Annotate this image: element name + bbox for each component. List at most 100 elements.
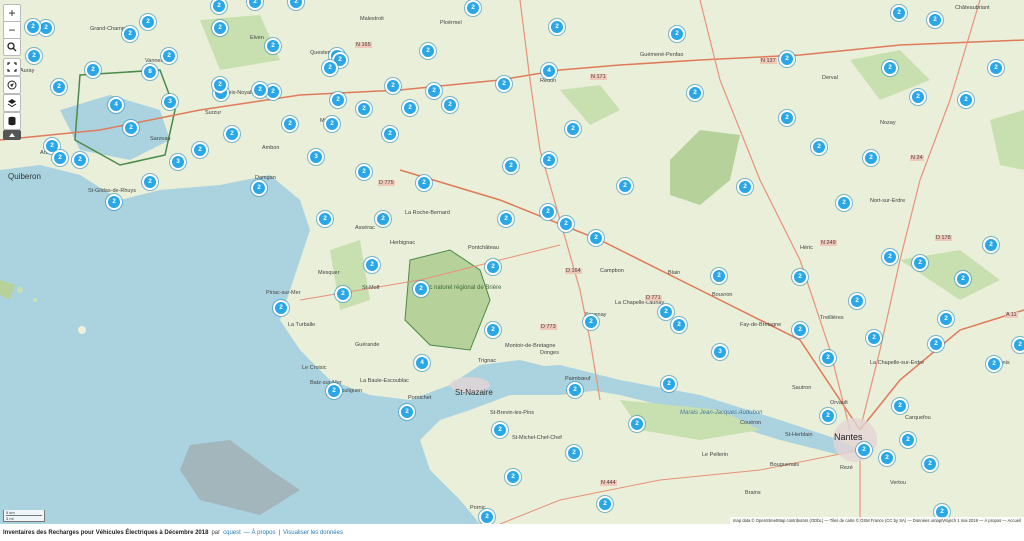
station-cluster-marker[interactable]: 2 — [849, 293, 865, 309]
station-cluster-marker[interactable]: 2 — [836, 195, 852, 211]
station-cluster-marker[interactable]: 2 — [142, 174, 158, 190]
station-cluster-marker[interactable]: 2 — [413, 281, 429, 297]
station-cluster-marker[interactable]: 2 — [541, 152, 557, 168]
station-cluster-marker[interactable]: 2 — [866, 330, 882, 346]
station-cluster-marker[interactable]: 2 — [192, 142, 208, 158]
station-cluster-marker[interactable]: 2 — [273, 300, 289, 316]
station-cluster-marker[interactable]: 2 — [863, 150, 879, 166]
station-cluster-marker[interactable]: 2 — [986, 356, 1002, 372]
station-cluster-marker[interactable]: 2 — [335, 286, 351, 302]
layers-button[interactable] — [3, 94, 21, 112]
station-cluster-marker[interactable]: 2 — [485, 322, 501, 338]
station-cluster-marker[interactable]: 2 — [922, 456, 938, 472]
station-cluster-marker[interactable]: 2 — [912, 255, 928, 271]
station-cluster-marker[interactable]: 2 — [900, 432, 916, 448]
about-link[interactable]: — À propos — [244, 530, 276, 536]
station-cluster-marker[interactable]: 2 — [465, 0, 481, 16]
station-cluster-marker[interactable]: 2 — [479, 509, 495, 524]
station-cluster-marker[interactable]: 2 — [588, 230, 604, 246]
station-cluster-marker[interactable]: 2 — [779, 51, 795, 67]
station-cluster-marker[interactable]: 2 — [811, 139, 827, 155]
station-cluster-marker[interactable]: 2 — [671, 317, 687, 333]
station-cluster-marker[interactable]: 2 — [426, 83, 442, 99]
zoom-out-button[interactable]: − — [3, 21, 21, 39]
station-cluster-marker[interactable]: 3 — [162, 94, 178, 110]
station-cluster-marker[interactable]: 2 — [26, 48, 42, 64]
station-cluster-marker[interactable]: 2 — [955, 271, 971, 287]
station-cluster-marker[interactable]: 2 — [988, 60, 1004, 76]
station-cluster-marker[interactable]: 2 — [938, 311, 954, 327]
station-cluster-marker[interactable]: 2 — [505, 469, 521, 485]
station-cluster-marker[interactable]: 2 — [597, 496, 613, 512]
station-cluster-marker[interactable]: 2 — [540, 204, 556, 220]
station-cluster-marker[interactable]: 2 — [72, 152, 88, 168]
station-cluster-marker[interactable]: 8 — [142, 64, 158, 80]
station-cluster-marker[interactable]: 2 — [140, 14, 156, 30]
station-cluster-marker[interactable]: 2 — [106, 194, 122, 210]
station-cluster-marker[interactable]: 2 — [498, 211, 514, 227]
station-cluster-marker[interactable]: 2 — [928, 336, 944, 352]
station-cluster-marker[interactable]: 2 — [85, 62, 101, 78]
station-cluster-marker[interactable]: 2 — [711, 268, 727, 284]
station-cluster-marker[interactable]: 2 — [326, 383, 342, 399]
station-cluster-marker[interactable]: 2 — [891, 5, 907, 21]
station-cluster-marker[interactable]: 2 — [549, 19, 565, 35]
station-cluster-marker[interactable]: 3 — [170, 154, 186, 170]
station-cluster-marker[interactable]: 2 — [882, 60, 898, 76]
search-button[interactable] — [3, 38, 21, 56]
station-cluster-marker[interactable]: 2 — [566, 445, 582, 461]
station-cluster-marker[interactable]: 2 — [485, 259, 501, 275]
station-cluster-marker[interactable]: 2 — [983, 237, 999, 253]
station-cluster-marker[interactable]: 2 — [882, 249, 898, 265]
station-cluster-marker[interactable]: 2 — [322, 60, 338, 76]
map-canvas[interactable]: Nantes St-Nazaire Quiberon Vannes Redon … — [0, 0, 1024, 524]
station-cluster-marker[interactable]: 2 — [492, 422, 508, 438]
station-cluster-marker[interactable]: 2 — [658, 304, 674, 320]
station-cluster-marker[interactable]: 2 — [879, 450, 895, 466]
station-cluster-marker[interactable]: 2 — [282, 116, 298, 132]
station-cluster-marker[interactable]: 2 — [792, 322, 808, 338]
station-cluster-marker[interactable]: 2 — [820, 350, 836, 366]
view-data-link[interactable]: Visualiser les données — [283, 530, 343, 536]
station-cluster-marker[interactable]: 2 — [385, 78, 401, 94]
station-cluster-marker[interactable]: 2 — [420, 43, 436, 59]
fullscreen-button[interactable] — [3, 58, 21, 76]
station-cluster-marker[interactable]: 2 — [1012, 337, 1024, 353]
locate-button[interactable] — [3, 76, 21, 94]
station-cluster-marker[interactable]: 2 — [251, 180, 267, 196]
station-cluster-marker[interactable]: 2 — [503, 158, 519, 174]
station-cluster-marker[interactable]: 2 — [669, 26, 685, 42]
station-cluster-marker[interactable]: 2 — [687, 85, 703, 101]
station-cluster-marker[interactable]: 2 — [252, 82, 268, 98]
station-cluster-marker[interactable]: 2 — [792, 269, 808, 285]
station-cluster-marker[interactable]: 2 — [958, 92, 974, 108]
station-cluster-marker[interactable]: 2 — [330, 92, 346, 108]
station-cluster-marker[interactable]: 2 — [737, 179, 753, 195]
station-cluster-marker[interactable]: 4 — [541, 63, 557, 79]
station-cluster-marker[interactable]: 2 — [856, 442, 872, 458]
station-cluster-marker[interactable]: 2 — [382, 126, 398, 142]
station-cluster-marker[interactable]: 2 — [212, 20, 228, 36]
station-cluster-marker[interactable]: 2 — [25, 19, 41, 35]
station-cluster-marker[interactable]: 2 — [629, 416, 645, 432]
zoom-in-button[interactable]: + — [3, 4, 21, 22]
station-cluster-marker[interactable]: 2 — [123, 120, 139, 136]
station-cluster-marker[interactable]: 2 — [565, 121, 581, 137]
toggle-caption-button[interactable] — [3, 130, 21, 140]
station-cluster-marker[interactable]: 2 — [583, 314, 599, 330]
station-cluster-marker[interactable]: 2 — [661, 376, 677, 392]
station-cluster-marker[interactable]: 2 — [910, 89, 926, 105]
station-cluster-marker[interactable]: 2 — [416, 175, 432, 191]
author-link[interactable]: cquest — [223, 530, 241, 536]
station-cluster-marker[interactable]: 3 — [308, 149, 324, 165]
station-cluster-marker[interactable]: 2 — [375, 211, 391, 227]
station-cluster-marker[interactable]: 2 — [617, 178, 633, 194]
station-cluster-marker[interactable]: 2 — [892, 398, 908, 414]
station-cluster-marker[interactable]: 2 — [558, 216, 574, 232]
station-cluster-marker[interactable]: 2 — [567, 382, 583, 398]
station-cluster-marker[interactable]: 2 — [402, 100, 418, 116]
station-cluster-marker[interactable]: 2 — [820, 408, 836, 424]
station-cluster-marker[interactable]: 2 — [317, 211, 333, 227]
station-cluster-marker[interactable]: 4 — [108, 97, 124, 113]
station-cluster-marker[interactable]: 2 — [927, 12, 943, 28]
